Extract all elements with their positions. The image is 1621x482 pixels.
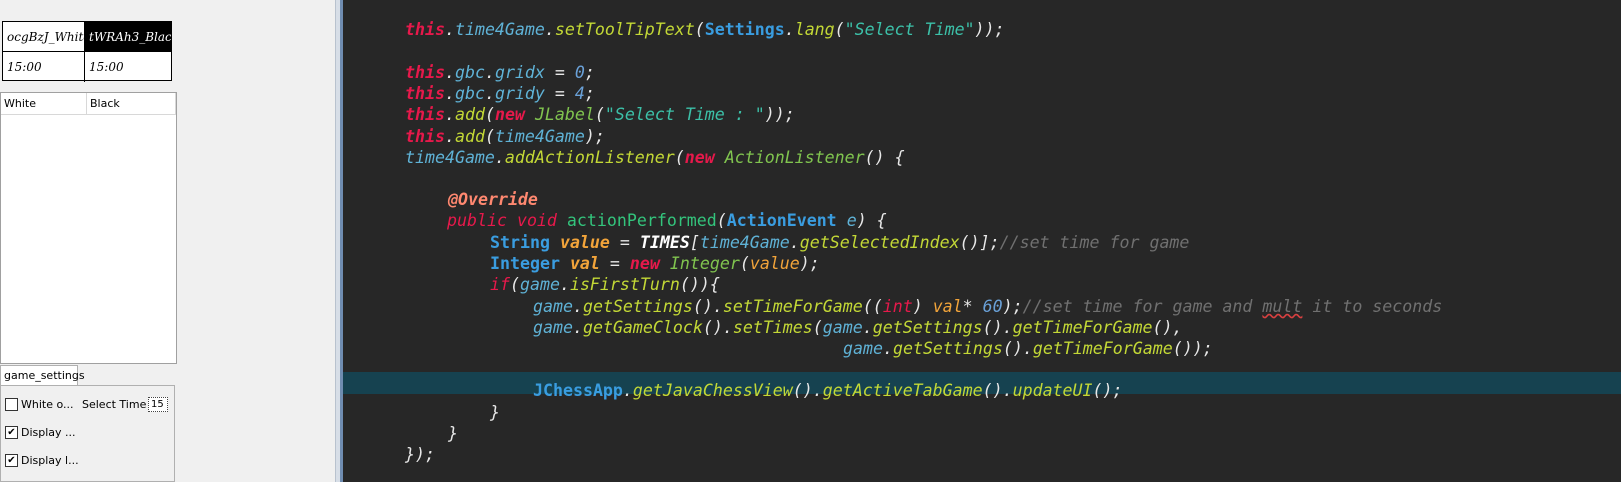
white-option-row[interactable]: White o... (5, 396, 74, 414)
settings-tab-strip: game_settings (0, 365, 178, 386)
code-line: JChessApp.getJavaChessView().getActiveTa… (533, 381, 1123, 400)
display-option-1-label: Display ... (21, 426, 76, 439)
code-line: game.getGameClock().setTimes(game.getSet… (533, 318, 1183, 337)
code-line: } (490, 403, 500, 422)
code-line: game.getSettings().setTimeForGame((int) … (533, 297, 1443, 316)
moves-table-header: White Black (1, 93, 176, 115)
display-option-1-row[interactable]: ✔ Display ... (5, 424, 76, 442)
code-line: this.add(new JLabel("Select Time : ")); (405, 105, 795, 124)
display-option-2-label: Display l... (21, 454, 79, 467)
display-option-2-row[interactable]: ✔ Display l... (5, 452, 79, 470)
code-line: this.gbc.gridy = 4; (405, 84, 595, 103)
code-line: this.gbc.gridx = 0; (405, 63, 595, 82)
code-line: public void actionPerformed(ActionEvent … (447, 211, 887, 230)
code-line: if(game.isFirstTurn()){ (490, 275, 720, 294)
left-panel: ocgBzJ_White tWRAh3_Black 15:00 15:00 Wh… (0, 0, 335, 482)
white-player-name: ocgBzJ_White (3, 22, 85, 52)
code-editor[interactable]: this.time4Game.setToolTipText(Settings.l… (343, 0, 1621, 482)
white-option-checkbox[interactable] (5, 397, 18, 411)
black-clock-time: 15:00 (89, 60, 124, 74)
column-header-white[interactable]: White (1, 93, 87, 115)
code-line: this.time4Game.setToolTipText(Settings.l… (405, 20, 1005, 39)
code-line: this.add(time4Game); (405, 127, 605, 146)
code-line: }); (405, 445, 435, 464)
black-player-name: tWRAh3_Black (85, 22, 171, 52)
display-option-1-checkbox[interactable]: ✔ (5, 425, 18, 439)
code-line: } (448, 424, 458, 443)
select-time-combobox[interactable]: 15 (148, 397, 168, 412)
moves-table[interactable]: White Black (0, 92, 177, 364)
code-line: time4Game.addActionListener(new ActionLi… (405, 148, 905, 167)
white-clock-time: 15:00 (3, 52, 85, 82)
select-time-label: Select Time : (82, 398, 154, 411)
code-line: Integer val = new Integer(value); (490, 254, 820, 273)
display-option-2-checkbox[interactable]: ✔ (5, 453, 18, 467)
tab-game-settings[interactable]: game_settings (0, 365, 85, 386)
split-pane-divider[interactable] (335, 0, 343, 482)
game-clock-table: ocgBzJ_White tWRAh3_Black 15:00 15:00 (2, 21, 172, 82)
code-line: String value = TIMES[time4Game.getSelect… (490, 233, 1190, 252)
white-option-label: White o... (21, 398, 74, 411)
code-line: @Override (448, 190, 538, 209)
column-header-black[interactable]: Black (87, 93, 176, 115)
code-line: game.getSettings().getTimeForGame()); (843, 339, 1213, 358)
game-settings-panel: White o... Select Time : 15 ✔ Display ...… (0, 385, 175, 482)
